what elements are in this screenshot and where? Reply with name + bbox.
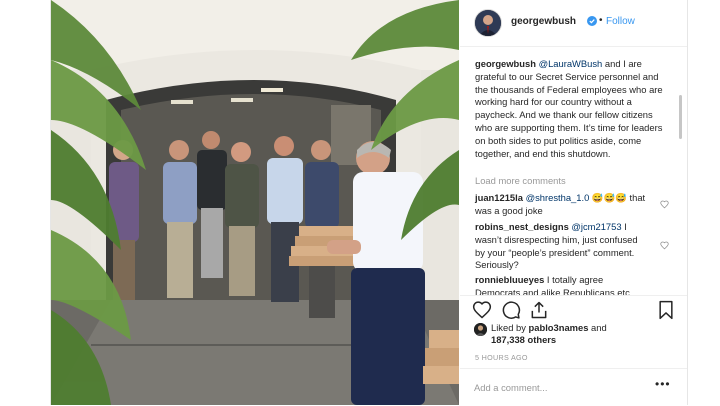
comment-username[interactable]: robins_nest_designs bbox=[475, 221, 569, 232]
heart-icon[interactable] bbox=[472, 300, 492, 320]
comment-like-heart-icon[interactable] bbox=[660, 200, 669, 209]
comments-area[interactable]: georgewbush @LauraWBush and I are gratef… bbox=[460, 47, 687, 295]
post-timestamp[interactable]: 5 HOURS AGO bbox=[475, 353, 528, 362]
liker-avatar[interactable] bbox=[474, 323, 487, 336]
liked-prefix: Liked by bbox=[491, 322, 529, 333]
liked-and: and bbox=[588, 322, 607, 333]
comment-item: juan1215la @shrestha_1.0 😅😅😅 that was a … bbox=[475, 192, 650, 218]
post-side-panel: georgewbush • Follow georgewbush @LauraW… bbox=[460, 0, 687, 405]
more-options-icon[interactable]: ••• bbox=[655, 377, 671, 391]
liked-by-username[interactable]: pablo3names bbox=[529, 322, 589, 333]
avatar-image bbox=[475, 10, 501, 36]
likes-summary: Liked by pablo3names and 187,338 others bbox=[474, 322, 674, 348]
load-more-comments-button[interactable]: Load more comments bbox=[475, 175, 566, 186]
separator-dot: • bbox=[599, 15, 603, 26]
comments-scrollbar[interactable] bbox=[679, 95, 682, 139]
post-header: georgewbush • Follow bbox=[460, 0, 687, 47]
comment-like-heart-icon[interactable] bbox=[660, 241, 669, 250]
post-photo-illustration bbox=[51, 0, 459, 405]
caption-text: and I are grateful to our Secret Service… bbox=[475, 58, 663, 159]
caption-username[interactable]: georgewbush bbox=[475, 58, 536, 69]
instagram-post: georgewbush • Follow georgewbush @LauraW… bbox=[50, 0, 688, 405]
verified-badge-icon bbox=[587, 16, 597, 26]
liker-avatar-image bbox=[474, 323, 487, 336]
likes-count[interactable]: 187,338 others bbox=[491, 334, 556, 345]
comment-icon[interactable] bbox=[501, 300, 521, 320]
author-avatar[interactable] bbox=[474, 9, 502, 37]
comment-mention[interactable]: @jcm21753 bbox=[571, 221, 621, 232]
post-photo[interactable] bbox=[51, 0, 459, 405]
share-icon[interactable] bbox=[529, 300, 549, 320]
bookmark-icon[interactable] bbox=[656, 300, 676, 320]
add-comment-bar: ••• bbox=[460, 368, 687, 406]
add-comment-input[interactable] bbox=[474, 379, 644, 395]
comment-item: robins_nest_designs @jcm21753 I wasn’t d… bbox=[475, 221, 650, 272]
author-username[interactable]: georgewbush bbox=[511, 16, 576, 27]
follow-button[interactable]: Follow bbox=[606, 16, 635, 27]
comment-username[interactable]: juan1215la bbox=[475, 192, 523, 203]
caption-mention[interactable]: @LauraWBush bbox=[539, 58, 603, 69]
comment-item: ronniebluueyes I totally agree Democrats… bbox=[475, 274, 650, 295]
comment-username[interactable]: ronniebluueyes bbox=[475, 274, 544, 285]
post-caption: georgewbush @LauraWBush and I are gratef… bbox=[475, 58, 665, 160]
likes-text: Liked by pablo3names and 187,338 others bbox=[491, 322, 676, 347]
comment-mention[interactable]: @shrestha_1.0 bbox=[526, 192, 590, 203]
